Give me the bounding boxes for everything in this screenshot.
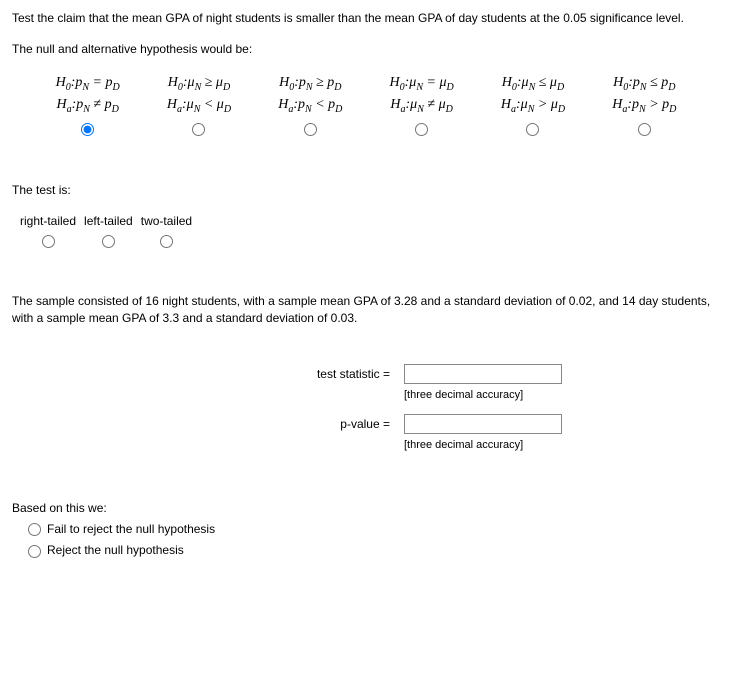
question-intro: Test the claim that the mean GPA of nigh… [12,10,720,27]
tail-right-radio[interactable] [42,235,55,248]
hyp-radio-2[interactable] [192,123,205,136]
conclusion-block: Based on this we: Fail to reject the nul… [12,500,720,560]
hypotheses-row: H0:pN = pD Ha:pN ≠ pD H0:μN ≥ μD Ha:μN <… [12,73,720,118]
hyp-option-1: H0:pN = pD Ha:pN ≠ pD [56,73,120,118]
p-value-label: p-value = [14,410,396,458]
hyp-option-5: H0:μN ≤ μD Ha:μN > μD [501,73,565,118]
tail-two-radio[interactable] [160,235,173,248]
hypothesis-intro: The null and alternative hypothesis woul… [12,41,720,58]
tail-right-label: right-tailed [20,213,76,230]
conclusion-fail-radio[interactable] [28,523,41,536]
tail-two-label: two-tailed [141,213,192,230]
test-is-label: The test is: [12,182,720,199]
hyp-radio-3[interactable] [304,123,317,136]
tail-left-label: left-tailed [84,213,133,230]
hyp-radio-4[interactable] [415,123,428,136]
calc-table: test statistic = [three decimal accuracy… [12,358,570,460]
hyp-option-6: H0:pN ≤ pD Ha:pN > pD [612,73,676,118]
hyp-option-4: H0:μN = μD Ha:μN ≠ μD [390,73,454,118]
hypothesis-radios [12,121,720,141]
conclusion-fail-label: Fail to reject the null hypothesis [47,521,215,538]
tail-left-radio[interactable] [102,235,115,248]
hyp-radio-1[interactable] [81,123,94,136]
hyp-radio-5[interactable] [526,123,539,136]
sample-description: The sample consisted of 16 night student… [12,293,720,328]
p-value-hint: [three decimal accuracy] [404,438,562,454]
p-value-input[interactable] [404,414,562,434]
hyp-radio-6[interactable] [638,123,651,136]
conclusion-intro: Based on this we: [12,500,720,517]
conclusion-reject-radio[interactable] [28,545,41,558]
test-statistic-input[interactable] [404,364,562,384]
test-statistic-label: test statistic = [14,360,396,408]
hyp-option-2: H0:μN ≥ μD Ha:μN < μD [167,73,231,118]
test-statistic-hint: [three decimal accuracy] [404,388,562,404]
conclusion-reject-label: Reject the null hypothesis [47,542,184,559]
hyp-option-3: H0:pN ≥ pD Ha:pN < pD [278,73,342,118]
tail-row: right-tailed left-tailed two-tailed [20,213,720,253]
